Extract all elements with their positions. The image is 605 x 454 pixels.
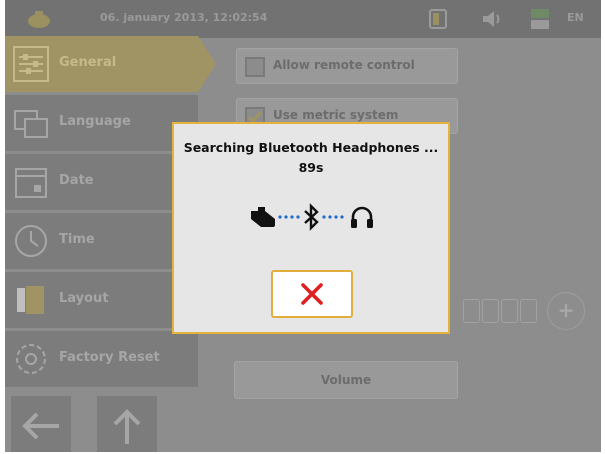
headphones-icon xyxy=(351,206,373,228)
device-icon xyxy=(251,207,275,227)
connection-dots-right xyxy=(322,215,344,219)
clock-icon xyxy=(15,225,47,257)
battery-icon xyxy=(429,9,447,29)
network-icon[interactable] xyxy=(527,7,553,31)
sliders-icon xyxy=(13,46,49,82)
sidebar-item-label: Factory Reset xyxy=(59,350,160,365)
use-metric-system-label: Use metric system xyxy=(273,108,399,122)
dialog-title: Searching Bluetooth Headphones ... xyxy=(183,140,439,155)
datetime: 06. january 2013, 12:02:54 xyxy=(100,11,268,24)
sidebar-item-factory-reset[interactable]: Factory Reset xyxy=(5,331,198,387)
top-bar: 06. january 2013, 12:02:54 EN xyxy=(5,0,601,38)
allow-remote-control-label: Allow remote control xyxy=(273,58,415,72)
screen: 06. january 2013, 12:02:54 EN General La… xyxy=(5,0,601,452)
volume-segment xyxy=(482,299,499,323)
arrow-left-icon xyxy=(22,412,59,440)
bluetooth-icon xyxy=(304,203,319,231)
volume-segment xyxy=(501,299,518,323)
cancel-button[interactable] xyxy=(271,270,353,318)
volume-segment xyxy=(520,299,537,323)
layout-icon xyxy=(17,286,44,314)
dialog-timer: 89s xyxy=(298,160,324,175)
sidebar-item-general[interactable]: General xyxy=(5,36,198,92)
sidebar-item-label: Language xyxy=(59,114,131,129)
arrow-up-icon xyxy=(113,409,141,444)
sidebar-item-label: Date xyxy=(59,173,94,188)
volume-up-button[interactable]: + xyxy=(547,292,585,330)
speaker-icon[interactable] xyxy=(479,7,505,31)
language-icon xyxy=(14,110,48,138)
sidebar-item-time[interactable]: Time xyxy=(5,213,198,269)
volume-button[interactable]: Volume xyxy=(234,361,458,399)
sidebar-item-layout[interactable]: Layout xyxy=(5,272,198,328)
sidebar-item-label: Time xyxy=(59,232,95,247)
back-button[interactable] xyxy=(11,396,71,452)
logo-icon xyxy=(28,11,50,28)
sidebar-item-label: Layout xyxy=(59,291,109,306)
sidebar-item-label: General xyxy=(59,55,117,70)
language-indicator[interactable]: EN xyxy=(567,11,584,24)
active-indicator xyxy=(198,36,216,92)
close-icon xyxy=(301,283,323,305)
bluetooth-search-dialog: Searching Bluetooth Headphones ... 89s xyxy=(172,122,450,334)
allow-remote-control-option[interactable]: Allow remote control xyxy=(236,48,458,84)
sidebar-item-date[interactable]: Date xyxy=(5,154,198,210)
sidebar-item-language[interactable]: Language xyxy=(5,95,198,151)
connection-dots-left xyxy=(278,215,300,219)
allow-remote-control-checkbox[interactable] xyxy=(245,57,265,77)
up-button[interactable] xyxy=(97,396,157,452)
calendar-icon xyxy=(15,168,47,198)
gear-icon xyxy=(16,344,46,374)
volume-segment xyxy=(463,299,480,323)
